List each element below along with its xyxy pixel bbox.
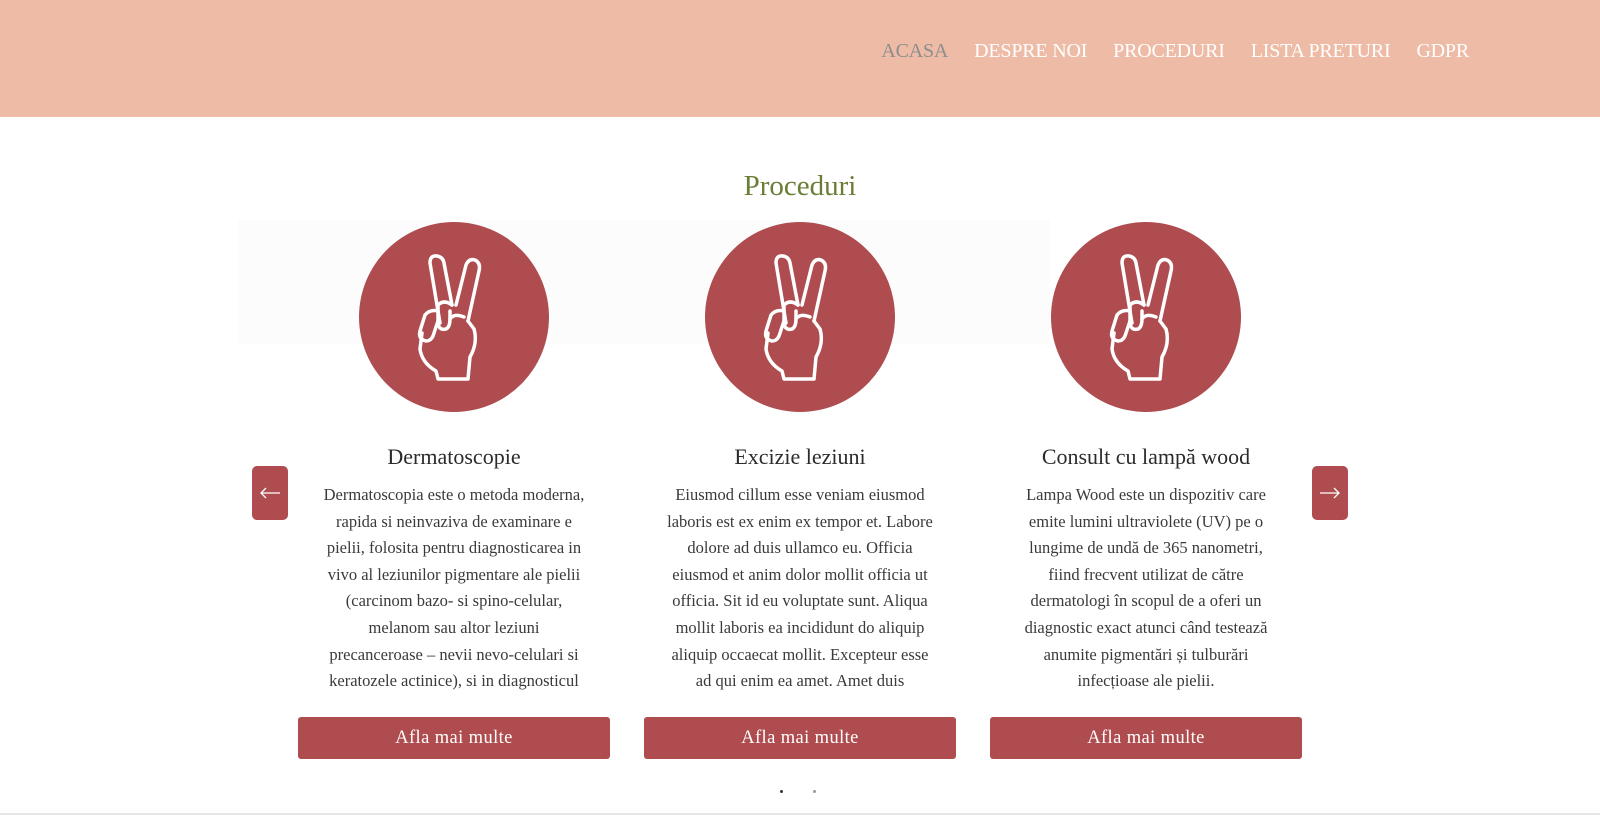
nav-item-proceduri[interactable]: PROCEDURI xyxy=(1100,40,1238,63)
card-description: Lampa Wood este un dispozitiv care emite… xyxy=(1024,485,1268,691)
learn-more-button[interactable]: Afla mai multe xyxy=(990,717,1302,759)
peace-hand-icon xyxy=(1109,254,1174,381)
nav-item-despre-noi[interactable]: DESPRE NOI xyxy=(961,40,1100,63)
carousel-next-button[interactable] xyxy=(1312,466,1348,520)
learn-more-button[interactable]: Afla mai multe xyxy=(644,717,956,759)
pagination-dot[interactable] xyxy=(813,790,816,793)
card-description: Dermatoscopia este o metoda moderna, rap… xyxy=(323,485,585,691)
pagination-dot-active[interactable] xyxy=(780,790,783,793)
card-icon-circle xyxy=(705,222,895,412)
card-icon-circle xyxy=(1051,222,1241,412)
learn-more-button[interactable]: Afla mai multe xyxy=(298,717,610,759)
carousel-pagination xyxy=(780,790,816,793)
section-title: Proceduri xyxy=(743,170,857,202)
nav-item-acasa[interactable]: ACASA xyxy=(868,40,961,63)
peace-hand-icon xyxy=(763,254,828,381)
navbar: ACASA DESPRE NOI PROCEDURI LISTA PRETURI… xyxy=(0,0,1600,117)
arrow-right-icon xyxy=(1320,487,1340,499)
card-title: Dermatoscopie xyxy=(387,444,521,469)
arrow-left-icon xyxy=(260,487,280,499)
nav-item-lista-preturi[interactable]: LISTA PRETURI xyxy=(1238,40,1404,63)
card-title: Consult cu lampă wood xyxy=(1041,444,1251,469)
card-description: Eiusmod cillum esse veniam eiusmod labor… xyxy=(667,485,933,691)
procedure-card-excizie-leziuni: Excizie leziuni Eiusmod cillum esse veni… xyxy=(644,222,956,759)
main-nav: ACASA DESPRE NOI PROCEDURI LISTA PRETURI… xyxy=(868,40,1482,63)
procedure-card-consult-lampa-wood: Consult cu lampă wood Lampa Wood este un… xyxy=(990,222,1302,759)
peace-hand-icon xyxy=(417,254,482,381)
carousel-prev-button[interactable] xyxy=(252,466,288,520)
card-title: Excizie leziuni xyxy=(734,444,866,469)
procedure-card-dermatoscopie: Dermatoscopie Dermatoscopia este o metod… xyxy=(298,222,610,759)
card-icon-circle xyxy=(359,222,549,412)
nav-item-gdpr[interactable]: GDPR xyxy=(1403,40,1482,63)
